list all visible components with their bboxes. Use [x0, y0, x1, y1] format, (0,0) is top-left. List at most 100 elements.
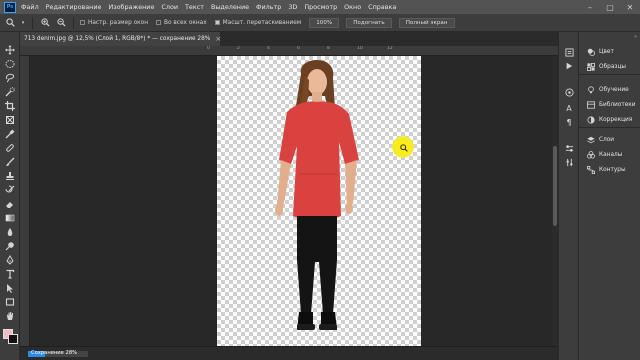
- swatches-icon: [586, 62, 595, 71]
- fit-screen-button[interactable]: Подогнать: [346, 17, 392, 28]
- panel-libraries[interactable]: Библиотеки: [579, 97, 640, 112]
- panel-swatches[interactable]: Образцы: [579, 59, 640, 74]
- eyedropper-tool-icon[interactable]: [3, 128, 17, 139]
- ruler-tick-label: 10: [357, 46, 363, 51]
- panel-color[interactable]: Цвет: [579, 44, 640, 59]
- close-tab-icon[interactable]: ×: [215, 35, 221, 43]
- panel-group-layers: Слои Каналы Контуры: [579, 130, 640, 177]
- panel-channels[interactable]: Каналы: [579, 147, 640, 162]
- checkbox-box[interactable]: [80, 20, 85, 25]
- blur-tool-icon[interactable]: [3, 226, 17, 237]
- background-color-swatch[interactable]: [8, 334, 18, 344]
- libraries-icon: [586, 100, 595, 109]
- panel-paths[interactable]: Контуры: [579, 162, 640, 177]
- model-photo: [275, 60, 359, 330]
- channels-icon: [586, 150, 595, 159]
- panel-label: Образцы: [599, 63, 626, 70]
- photoshop-logo: Ps: [4, 1, 16, 13]
- canvas-area[interactable]: [30, 56, 558, 346]
- zoom-out-icon[interactable]: [55, 17, 67, 29]
- resize-windows-checkbox[interactable]: Настр. размер окон: [80, 20, 148, 26]
- panel-layers[interactable]: Слои: [579, 132, 640, 147]
- scrubby-zoom-checkbox[interactable]: Масшт. перетаскиванием: [214, 19, 302, 26]
- pen-tool-icon[interactable]: [3, 254, 17, 265]
- menu-select[interactable]: Выделение: [211, 3, 249, 11]
- menu-layers[interactable]: Слои: [161, 3, 178, 11]
- dodge-tool-icon[interactable]: [3, 240, 17, 251]
- tools-panel: [0, 32, 20, 360]
- paths-icon: [586, 165, 595, 174]
- status-bar: Сохранение 28%: [20, 346, 558, 360]
- ruler-vertical: [20, 56, 30, 346]
- hand-tool-icon[interactable]: [3, 310, 17, 321]
- character-panel-icon[interactable]: A: [563, 102, 575, 114]
- collapse-panels-icon[interactable]: »: [634, 34, 637, 40]
- paragraph-panel-icon[interactable]: ¶: [563, 116, 575, 128]
- frame-tool-icon[interactable]: [3, 114, 17, 125]
- menu-file[interactable]: Файл: [21, 3, 39, 11]
- zoom-tool-icon[interactable]: [4, 17, 16, 29]
- menu-filter[interactable]: Фильтр: [256, 3, 281, 11]
- checkbox-label: Масшт. перетаскиванием: [222, 19, 302, 26]
- menu-help[interactable]: Справка: [368, 3, 396, 11]
- quick-selection-tool-icon[interactable]: [3, 86, 17, 97]
- menu-3d[interactable]: 3D: [288, 3, 297, 11]
- ruler-tick-label: 2: [237, 46, 240, 51]
- menu-window[interactable]: Окно: [344, 3, 361, 11]
- chevron-down-icon[interactable]: ▾: [20, 17, 26, 29]
- menu-edit[interactable]: Редактирование: [46, 3, 102, 11]
- panel-adjustments[interactable]: Коррекция: [579, 112, 640, 127]
- checkbox-label: Настр. размер окон: [88, 19, 149, 26]
- properties-panel-icon[interactable]: [563, 142, 575, 154]
- learn-panel-icon[interactable]: [563, 86, 575, 98]
- minimize-icon[interactable]: –: [580, 0, 600, 14]
- menu-view[interactable]: Просмотр: [304, 3, 337, 11]
- crop-tool-icon[interactable]: [3, 100, 17, 111]
- panel-learn[interactable]: Обучение: [579, 82, 640, 97]
- rectangle-tool-icon[interactable]: [3, 296, 17, 307]
- panel-group-color: Цвет Образцы: [579, 42, 640, 75]
- panel-label: Каналы: [599, 151, 623, 158]
- zoom-100-button[interactable]: 100%: [309, 17, 340, 28]
- history-brush-tool-icon[interactable]: [3, 184, 17, 195]
- type-tool-icon[interactable]: [3, 268, 17, 279]
- history-panel-icon[interactable]: [563, 46, 575, 58]
- move-tool-icon[interactable]: [3, 44, 17, 55]
- panel-label: Коррекция: [599, 116, 633, 123]
- gradient-tool-icon[interactable]: [3, 212, 17, 223]
- ruler-tick-label: 4: [267, 46, 270, 51]
- options-bar: ▾ Настр. размер окон Во всех окнах Масшт…: [0, 14, 640, 32]
- checkbox-box[interactable]: [156, 20, 162, 25]
- zoom-in-icon[interactable]: [39, 17, 51, 29]
- maximize-icon[interactable]: ▢: [600, 0, 620, 14]
- divider: [32, 16, 33, 29]
- panel-icon-strip: A ¶: [558, 32, 578, 360]
- all-windows-checkbox[interactable]: Во всех окнах: [156, 20, 207, 26]
- marquee-tool-icon[interactable]: [3, 58, 17, 69]
- healing-brush-tool-icon[interactable]: [3, 142, 17, 153]
- document-tab[interactable]: 713 denim.jpg @ 12,5% (Слой 1, RGB/8*) *…: [20, 32, 221, 46]
- play-actions-icon[interactable]: [563, 60, 575, 72]
- checkbox-label: Во всех окнах: [164, 19, 207, 26]
- ruler-tick-label: 12: [387, 46, 393, 51]
- clone-stamp-tool-icon[interactable]: [3, 170, 17, 181]
- document-tab-bar: 713 denim.jpg @ 12,5% (Слой 1, RGB/8*) *…: [20, 32, 558, 46]
- fill-screen-button[interactable]: Полный экран: [398, 17, 455, 28]
- menu-image[interactable]: Изображение: [108, 3, 154, 11]
- menu-type[interactable]: Текст: [185, 3, 204, 11]
- eraser-tool-icon[interactable]: [3, 198, 17, 209]
- brush-tool-icon[interactable]: [3, 156, 17, 167]
- layers-icon: [586, 135, 595, 144]
- scrollbar-thumb[interactable]: [553, 146, 557, 226]
- panel-label: Цвет: [599, 48, 614, 55]
- adjust-panel-icon[interactable]: [563, 156, 575, 168]
- adjustments-icon: [586, 115, 595, 124]
- lightbulb-icon: [586, 85, 595, 94]
- close-icon[interactable]: ✕: [620, 0, 640, 14]
- panel-dock: » Цвет Образцы Обучение Библиотеки Корре…: [578, 32, 640, 360]
- panel-label: Контуры: [599, 166, 626, 173]
- checkbox-box[interactable]: [214, 20, 220, 25]
- document-canvas[interactable]: [217, 56, 421, 346]
- lasso-tool-icon[interactable]: [3, 72, 17, 83]
- path-selection-tool-icon[interactable]: [3, 282, 17, 293]
